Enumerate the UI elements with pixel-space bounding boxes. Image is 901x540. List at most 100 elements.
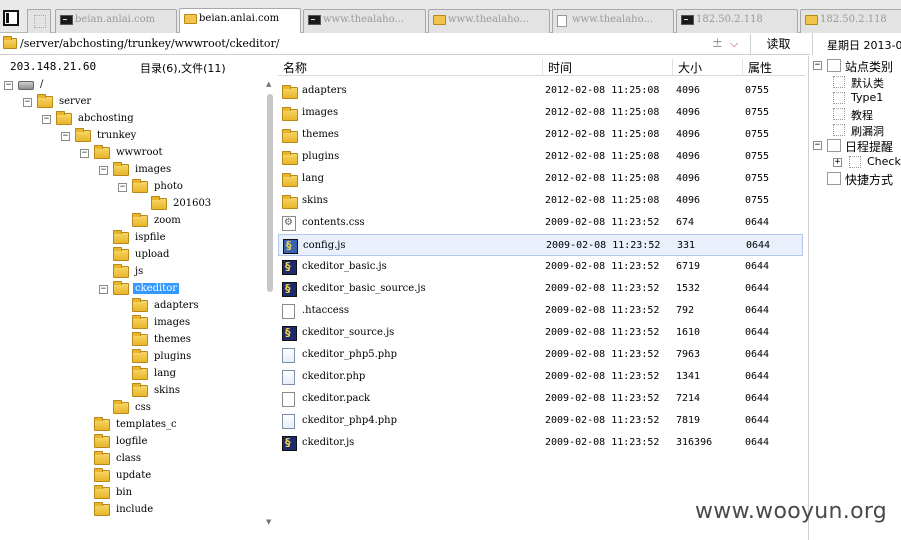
folder-icon [94,145,110,159]
collapse-icon[interactable]: − [4,81,13,90]
file-row[interactable]: .htaccess 2009-02-08 11:23:52 792 0644 [278,300,803,322]
blank-file-icon [282,392,298,407]
file-name: ckeditor_basic.js [302,261,387,272]
file-time: 2012-02-08 11:25:08 [545,151,660,162]
column-attr[interactable]: 属性 [743,59,803,76]
file-row[interactable]: ckeditor_basic.js 2009-02-08 11:23:52 6719… [278,256,803,278]
js-file-icon [283,239,299,254]
folder-icon [113,162,129,176]
file-row[interactable]: config.js 2009-02-08 11:23:52 331 0644 [278,234,803,256]
file-name: .htaccess [302,305,349,316]
file-row[interactable]: contents.css 2009-02-08 11:23:52 674 0644 [278,212,803,234]
collapse-icon[interactable]: − [23,98,32,107]
sidebar-toggle-icon[interactable] [3,10,19,26]
file-row[interactable]: plugins 2012-02-08 11:25:08 4096 0755 [278,146,803,168]
file-row[interactable]: ckeditor.php 2009-02-08 11:23:52 1341 0644 [278,366,803,388]
collapse-icon[interactable]: − [99,285,108,294]
file-name: plugins [302,151,340,162]
file-row[interactable]: ckeditor_php5.php 2009-02-08 11:23:52 7963… [278,344,803,366]
collapse-icon[interactable]: − [99,166,108,175]
column-size[interactable]: 大小 [673,59,743,76]
collapse-icon[interactable]: − [118,183,127,192]
file-time: 2012-02-08 11:25:08 [545,85,660,96]
path-input[interactable]: /server/abchosting/trunkey/wwwroot/ckedi… [20,37,279,50]
file-row[interactable]: skins 2012-02-08 11:25:08 4096 0755 [278,190,803,212]
tab-4[interactable]: www.thealaho... [552,9,674,33]
file-attr: 0755 [745,173,770,184]
file-size: 7214 [676,393,701,404]
expand-icon[interactable]: + [833,158,842,167]
folder-icon [113,264,129,278]
file-name: config.js [303,240,346,251]
file-name: lang [302,173,325,184]
panel-node-label: Check [867,155,901,168]
file-size: 792 [676,305,695,316]
file-size: 674 [676,217,695,228]
file-row[interactable]: themes 2012-02-08 11:25:08 4096 0755 [278,124,803,146]
folder-icon [132,349,148,363]
folder-icon [94,417,110,431]
tab-0[interactable]: beian.anlai.com [55,9,177,33]
file-time: 2012-02-08 11:25:08 [545,129,660,140]
collapse-icon[interactable]: − [80,149,89,158]
tree-node-label: zoom [154,215,181,226]
item-icon [849,156,861,168]
folder-icon [132,298,148,312]
tab-2[interactable]: www.thealaho... [303,9,426,33]
column-time[interactable]: 时间 [543,59,673,76]
scroll-up-icon[interactable]: ▲ [266,80,271,88]
item-icon [833,124,845,136]
file-row[interactable]: images 2012-02-08 11:25:08 4096 0755 [278,102,803,124]
collapse-icon[interactable]: − [813,141,822,150]
folder-icon [3,36,17,49]
collapse-icon[interactable]: − [813,61,822,70]
tree-node-label: abchosting [78,113,134,124]
panel-node-label: 教程 [851,109,873,122]
file-time: 2009-02-08 11:23:52 [545,305,660,316]
file-row[interactable]: lang 2012-02-08 11:25:08 4096 0755 [278,168,803,190]
scroll-down-icon[interactable]: ▼ [266,518,271,526]
bookmark-icon[interactable]: ± [712,36,723,51]
folder-icon [113,281,129,295]
file-name: adapters [302,85,347,96]
file-row[interactable]: ckeditor.pack 2009-02-08 11:23:52 7214 0644 [278,388,803,410]
terminal-icon [60,15,73,25]
file-row[interactable]: ckeditor_basic_source.js 2009-02-08 11:23… [278,278,803,300]
address-bar: /server/abchosting/trunkey/wwwroot/ckedi… [0,33,810,55]
file-time: 2012-02-08 11:25:08 [545,195,660,206]
file-time: 2009-02-08 11:23:52 [545,437,660,448]
folder-icon [151,196,167,210]
file-attr: 0644 [745,283,770,294]
scrollbar-thumb[interactable] [267,94,273,292]
collapse-icon[interactable]: − [61,132,70,141]
folder-icon [94,468,110,482]
chevron-down-icon[interactable]: ⌵ [730,37,738,51]
tab-3[interactable]: www.thealaho... [428,9,550,33]
tree-node-label: adapters [154,300,199,311]
file-row[interactable]: ckeditor_php4.php 2009-02-08 11:23:52 7819… [278,410,803,432]
file-size: 316396 [676,437,713,448]
tree-node-label: css [135,402,151,413]
item-icon [833,92,845,104]
file-row[interactable]: ckeditor_source.js 2009-02-08 11:23:52 161… [278,322,803,344]
read-button[interactable]: 读取 [750,34,806,54]
file-row[interactable]: ckeditor.js 2009-02-08 11:23:52 316396 0644 [278,432,803,454]
tab-6[interactable]: 182.50.2.118 [800,9,901,33]
file-size: 331 [677,240,696,251]
item-icon [833,108,845,120]
tree-node-label: wwwroot [116,147,163,158]
folder-icon [56,111,72,125]
tab-5[interactable]: 182.50.2.118 [676,9,798,33]
tree-node-label: trunkey [97,130,137,141]
tab-1[interactable]: beian.anlai.com [179,8,301,33]
terminal-icon [308,15,321,25]
css-file-icon [282,216,298,231]
tree-scrollbar[interactable]: ▲ ▼ [265,80,275,526]
file-row[interactable]: adapters 2012-02-08 11:25:08 4096 0755 [278,80,803,102]
column-name[interactable]: 名称 [278,59,543,76]
new-tab-button[interactable] [27,9,51,33]
collapse-icon[interactable]: − [42,115,51,124]
folder-icon [94,502,110,516]
file-attr: 0644 [745,217,770,228]
folder-icon [132,332,148,346]
